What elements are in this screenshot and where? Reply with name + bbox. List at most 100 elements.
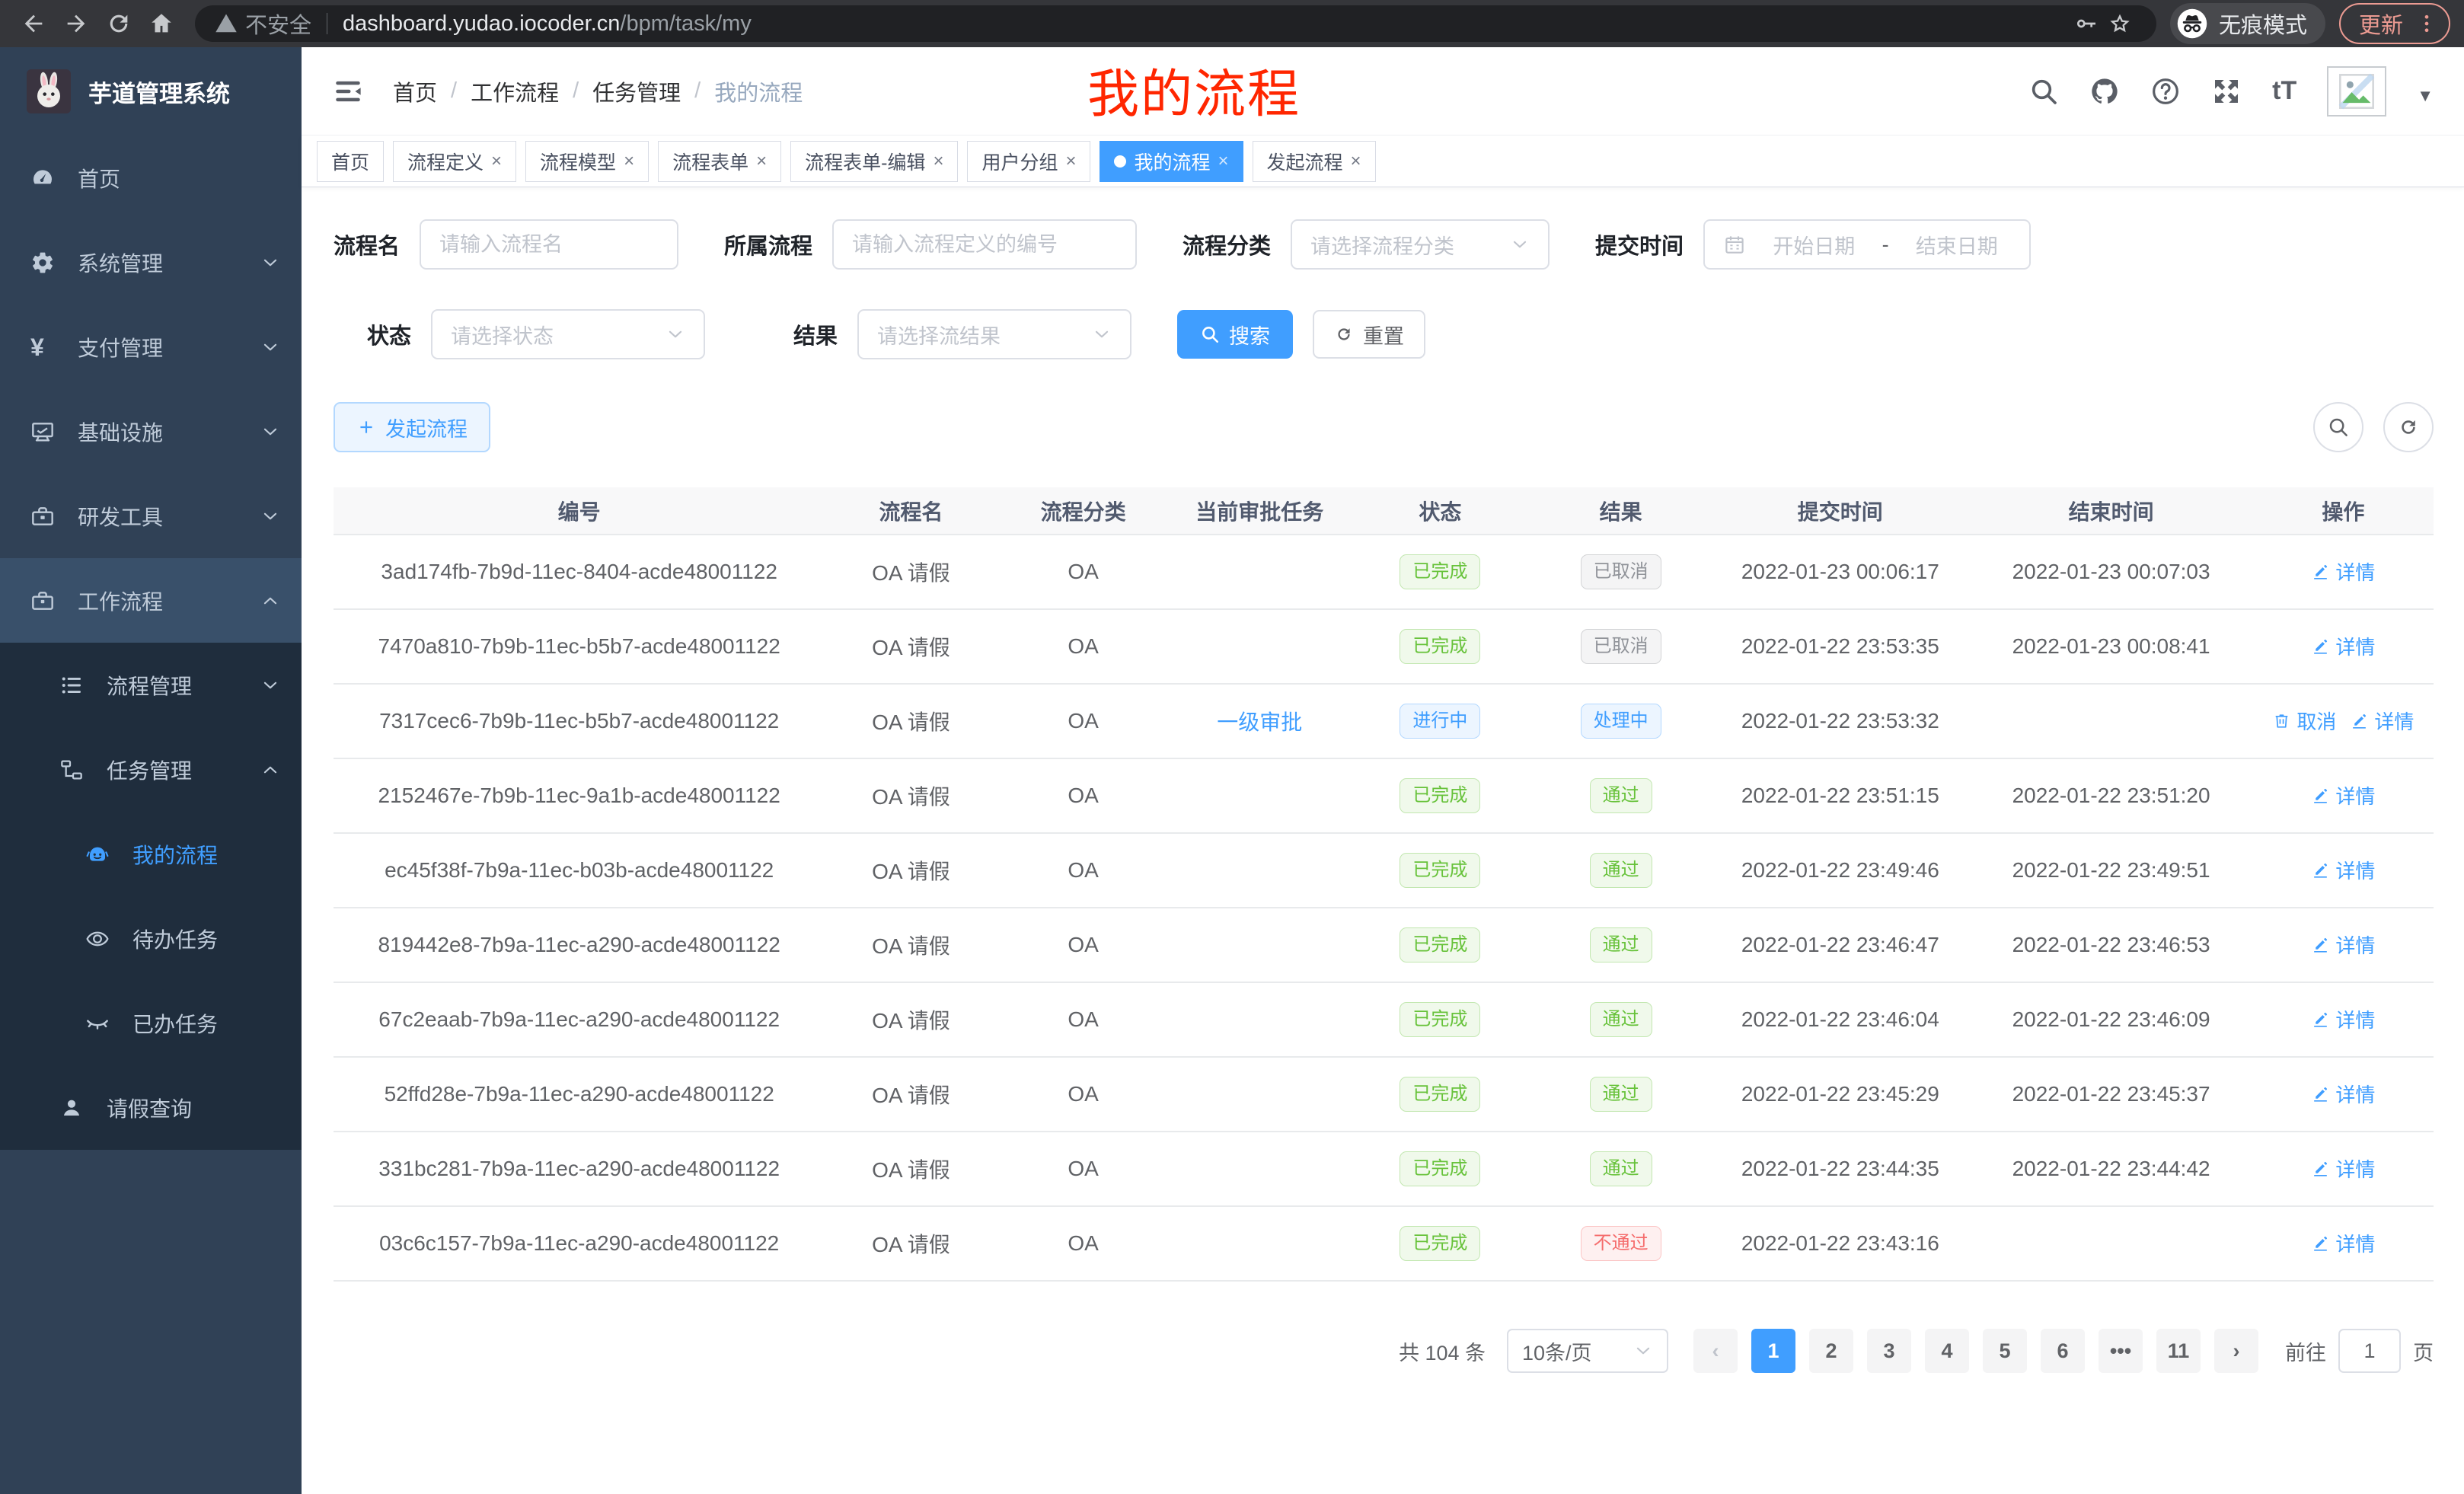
page-button-2[interactable]: 2 <box>1809 1329 1853 1373</box>
close-icon[interactable]: × <box>1065 152 1076 171</box>
toggle-search-button[interactable] <box>2313 402 2363 452</box>
delete-icon <box>2272 711 2291 730</box>
detail-action-link[interactable]: 详情 <box>2311 781 2375 809</box>
fullscreen-icon[interactable] <box>2211 76 2242 107</box>
sidebar-item-task-management[interactable]: 任务管理 <box>0 727 302 812</box>
submit-time-cell: 2022-01-22 23:46:47 <box>1711 908 1969 982</box>
browser-back-icon[interactable] <box>14 5 53 42</box>
sidebar-item-label: 系统管理 <box>78 247 163 278</box>
tab-my-process[interactable]: 我的流程 × <box>1100 141 1243 182</box>
tab-process-model[interactable]: 流程模型× <box>525 141 649 182</box>
prev-page-button[interactable]: ‹ <box>1693 1329 1738 1373</box>
detail-action-link[interactable]: 详情 <box>2311 1080 2375 1108</box>
avatar-caret-down-icon[interactable]: ▼ <box>2417 86 2434 106</box>
actions-cell: 详情 <box>2253 1057 2434 1132</box>
tab-process-form-edit[interactable]: 流程表单-编辑 × <box>790 141 958 182</box>
process-table: 编号流程名流程分类当前审批任务状态结果提交时间结束时间操作 3ad174fb-7… <box>334 487 2434 1282</box>
avatar[interactable] <box>2327 66 2386 117</box>
close-icon[interactable]: × <box>933 152 943 171</box>
help-icon[interactable] <box>2150 76 2181 107</box>
page-button-11[interactable]: 11 <box>2156 1329 2201 1373</box>
page-button-3[interactable]: 3 <box>1867 1329 1911 1373</box>
end-date-placeholder[interactable]: 结束日期 <box>1903 230 2012 260</box>
browser-home-icon[interactable] <box>142 5 181 42</box>
page-button-6[interactable]: 6 <box>2041 1329 2085 1373</box>
sidebar-item-infrastructure[interactable]: 基础设施 <box>0 389 302 474</box>
sidebar-item-done-tasks[interactable]: 已办任务 <box>0 981 302 1065</box>
browser-update-button[interactable]: 更新 <box>2339 3 2450 44</box>
tab-user-group[interactable]: 用户分组× <box>967 141 1090 182</box>
result-select[interactable]: 请选择流结果 <box>857 309 1131 359</box>
github-icon[interactable] <box>2089 76 2120 107</box>
create-process-button[interactable]: 发起流程 <box>334 402 490 452</box>
detail-action-link[interactable]: 详情 <box>2311 1154 2375 1183</box>
start-date-placeholder[interactable]: 开始日期 <box>1760 230 1869 260</box>
address-bar[interactable]: 不安全 dashboard.yudao.iocoder.cn /bpm/task… <box>195 5 2156 42</box>
refresh-table-button[interactable] <box>2383 402 2434 452</box>
sidebar-item-workflow[interactable]: 工作流程 <box>0 558 302 643</box>
sidebar-item-leave-query[interactable]: 请假查询 <box>0 1065 302 1150</box>
detail-action-link[interactable]: 详情 <box>2311 632 2375 660</box>
tab-home[interactable]: 首页 <box>317 141 384 182</box>
robot-icon <box>85 842 110 867</box>
page-size-select[interactable]: 10条/页 <box>1507 1329 1668 1373</box>
security-label[interactable]: 不安全 <box>245 8 311 40</box>
sidebar-item-todo-tasks[interactable]: 待办任务 <box>0 896 302 981</box>
browser-forward-icon[interactable] <box>56 5 96 42</box>
result-cell: 已取消 <box>1530 535 1711 609</box>
page-button-5[interactable]: 5 <box>1983 1329 2027 1373</box>
reset-button[interactable]: 重置 <box>1313 310 1425 359</box>
detail-action-link[interactable]: 详情 <box>2350 707 2414 735</box>
breadcrumb-item[interactable]: 首页 <box>393 75 437 107</box>
status-badge: 已完成 <box>1400 554 1480 589</box>
tab-start-process[interactable]: 发起流程× <box>1253 141 1376 182</box>
collapse-sidebar-icon[interactable] <box>332 75 364 107</box>
bookmark-star-icon[interactable] <box>2103 10 2137 37</box>
process-name-field[interactable] <box>439 233 659 257</box>
tab-label: 流程表单-编辑 <box>805 148 925 175</box>
page-button-4[interactable]: 4 <box>1925 1329 1969 1373</box>
more-pages-button[interactable]: ••• <box>2099 1329 2143 1373</box>
current-task-link[interactable]: 一级审批 <box>1217 710 1302 734</box>
category-select[interactable]: 请选择流程分类 <box>1291 219 1550 270</box>
parent-process-input[interactable] <box>832 219 1137 270</box>
security-warning-icon[interactable] <box>215 12 238 35</box>
close-icon[interactable]: × <box>624 152 634 171</box>
sidebar-item-label: 工作流程 <box>78 586 163 616</box>
process-id-cell: 3ad174fb-7b9d-11ec-8404-acde48001122 <box>334 535 825 609</box>
sidebar-item-payment-management[interactable]: ¥支付管理 <box>0 305 302 389</box>
tab-label: 我的流程 <box>1134 148 1210 175</box>
header-search-icon[interactable] <box>2028 76 2059 107</box>
sidebar-item-dev-tools[interactable]: 研发工具 <box>0 474 302 558</box>
detail-action-link[interactable]: 详情 <box>2311 1229 2375 1257</box>
cancel-action-link[interactable]: 取消 <box>2272 707 2336 735</box>
tab-process-definition[interactable]: 流程定义× <box>393 141 516 182</box>
close-icon[interactable]: × <box>756 152 767 171</box>
breadcrumb-item[interactable]: 任务管理 <box>592 75 681 107</box>
close-icon[interactable]: × <box>491 152 502 171</box>
next-page-button[interactable]: › <box>2214 1329 2258 1373</box>
detail-action-link[interactable]: 详情 <box>2311 931 2375 959</box>
sidebar-item-home[interactable]: 首页 <box>0 136 302 220</box>
tab-process-form[interactable]: 流程表单× <box>658 141 781 182</box>
goto-page-input[interactable] <box>2338 1329 2401 1373</box>
search-button[interactable]: 搜索 <box>1177 310 1293 359</box>
close-icon[interactable]: × <box>1218 152 1229 171</box>
process-name-input[interactable] <box>420 219 678 270</box>
sidebar-item-my-process[interactable]: 我的流程 <box>0 812 302 896</box>
font-size-icon[interactable]: tT <box>2272 76 2296 106</box>
sidebar-item-process-management[interactable]: 流程管理 <box>0 643 302 727</box>
detail-action-link[interactable]: 详情 <box>2311 557 2375 586</box>
status-select[interactable]: 请选择状态 <box>431 309 705 359</box>
page-button-1[interactable]: 1 <box>1751 1329 1795 1373</box>
parent-process-field[interactable] <box>852 233 1117 257</box>
detail-action-link[interactable]: 详情 <box>2311 1005 2375 1033</box>
close-icon[interactable]: × <box>1351 152 1361 171</box>
submit-time-range-picker[interactable]: 开始日期 - 结束日期 <box>1703 219 2031 270</box>
detail-action-link[interactable]: 详情 <box>2311 856 2375 884</box>
browser-reload-icon[interactable] <box>99 5 139 42</box>
password-key-icon[interactable] <box>2070 10 2103 37</box>
breadcrumb-item[interactable]: 工作流程 <box>471 75 559 107</box>
sidebar-item-system-management[interactable]: 系统管理 <box>0 220 302 305</box>
update-label[interactable]: 更新 <box>2359 8 2403 40</box>
